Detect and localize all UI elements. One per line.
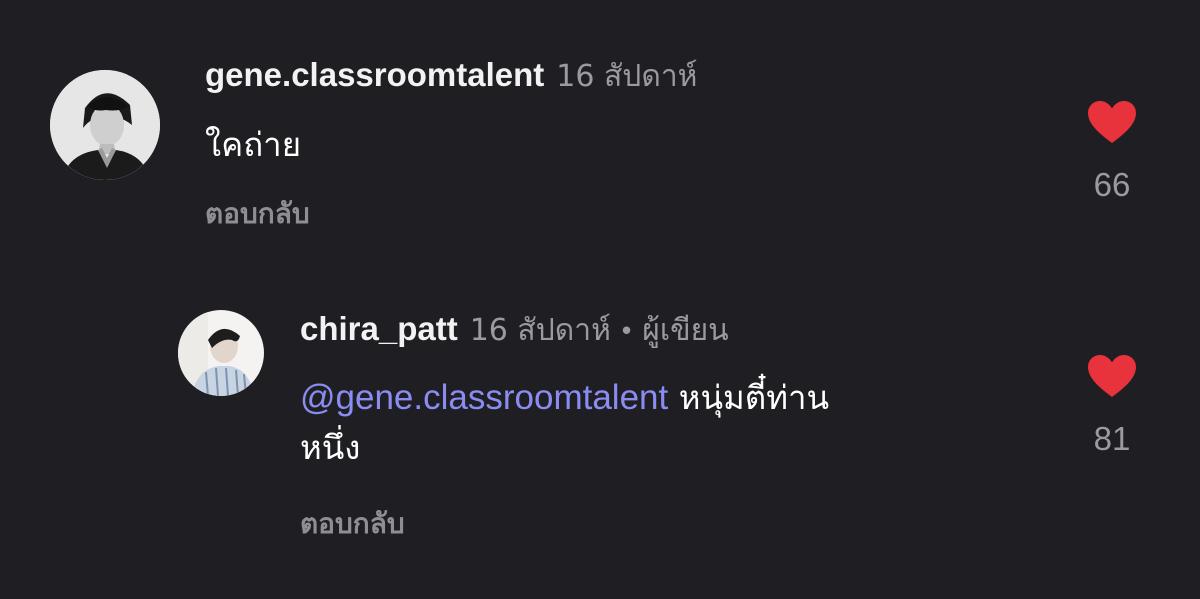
user-avatar[interactable] xyxy=(50,70,160,180)
user-avatar[interactable] xyxy=(178,310,264,396)
comment-text: @gene.classroomtalent หนุ่มตี๋ท่าน หนึ่ง xyxy=(300,373,1000,473)
timestamp: 16 สัปดาห์ xyxy=(556,59,698,94)
like-control[interactable]: 66 xyxy=(1082,100,1142,204)
author-badge: ผู้เขียน xyxy=(642,313,729,348)
avatar-photo-icon xyxy=(50,70,160,180)
like-count: 81 xyxy=(1093,420,1131,457)
username-link[interactable]: chira_patt xyxy=(300,310,458,347)
heart-icon[interactable] xyxy=(1087,100,1137,144)
comment-text-line2: หนึ่ง xyxy=(300,428,361,467)
reply-comment-item: chira_patt 16 สัปดาห์ • ผู้เขียน @gene.clas… xyxy=(0,260,1200,599)
reply-button[interactable]: ตอบกลับ xyxy=(300,510,405,538)
mention-link[interactable]: @gene.classroomtalent xyxy=(300,378,668,417)
comment-item: gene.classroomtalent 16 สัปดาห์ ใคถ่าย ตอ… xyxy=(0,0,1200,260)
timestamp: 16 สัปดาห์ xyxy=(469,313,611,348)
heart-icon[interactable] xyxy=(1087,354,1137,398)
username-link[interactable]: gene.classroomtalent xyxy=(205,56,544,93)
like-control[interactable]: 81 xyxy=(1082,354,1142,458)
reply-button[interactable]: ตอบกลับ xyxy=(205,200,310,228)
comment-header: gene.classroomtalent 16 สัปดาห์ xyxy=(205,58,697,92)
separator-dot: • xyxy=(618,317,635,347)
comment-text: ใคถ่าย xyxy=(205,125,302,164)
avatar-photo-icon xyxy=(178,310,264,396)
like-count: 66 xyxy=(1093,166,1131,203)
comment-text-line1: หนุ่มตี๋ท่าน xyxy=(678,378,830,417)
comment-header: chira_patt 16 สัปดาห์ • ผู้เขียน xyxy=(300,312,729,346)
